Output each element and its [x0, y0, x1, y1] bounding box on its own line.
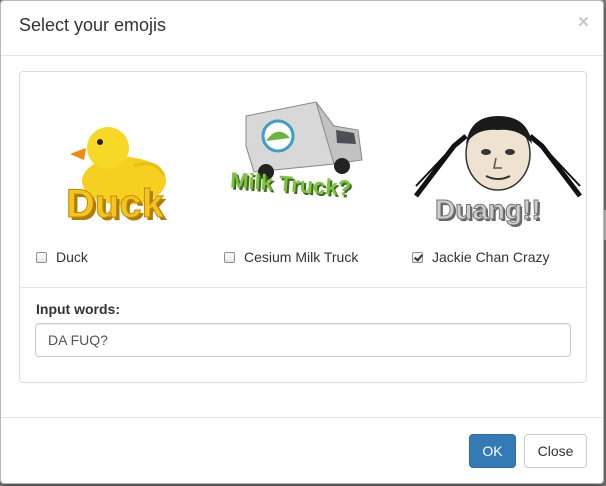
- duck-checkbox-row[interactable]: Duck: [36, 249, 88, 265]
- close-icon[interactable]: ×: [578, 13, 589, 32]
- input-words-label: Input words:: [36, 301, 120, 317]
- milk-truck-checkbox-row[interactable]: Cesium Milk Truck: [224, 249, 358, 265]
- duck-checkbox[interactable]: [36, 251, 47, 263]
- duck-image-text: Duck: [66, 182, 165, 226]
- dialog-title: Select your emojis: [19, 15, 167, 35]
- duck-checkbox-label: Duck: [56, 249, 88, 265]
- milk-truck-checkbox-label: Cesium Milk Truck: [244, 249, 359, 265]
- jackie-chan-checkbox[interactable]: [412, 251, 423, 263]
- emoji-panel: Duck Duck Milk Truck? Milk Truck? Duang!…: [19, 71, 587, 383]
- duang-image-text: Duang!!: [435, 194, 541, 225]
- truck-image-text: Milk Truck?: [229, 167, 351, 200]
- jackie-chan-checkbox-label: Jackie Chan Crazy: [432, 249, 550, 265]
- dialog-footer: OK Close: [1, 417, 603, 483]
- rubber-duck-icon[interactable]: Duck Duck: [56, 96, 196, 226]
- panel-divider: [20, 287, 586, 288]
- milk-truck-checkbox[interactable]: [224, 251, 235, 263]
- jackie-chan-face-icon[interactable]: Duang!! Duang!!: [410, 106, 586, 231]
- dialog-header: Select your emojis ×: [1, 1, 603, 56]
- close-button[interactable]: Close: [524, 434, 587, 468]
- ok-button[interactable]: OK: [469, 434, 516, 468]
- input-words-field[interactable]: [35, 323, 571, 357]
- emoji-dialog: Select your emojis × Duck Duck Milk Truc…: [0, 0, 604, 484]
- milk-truck-icon[interactable]: Milk Truck? Milk Truck?: [226, 86, 376, 206]
- jackie-chan-checkbox-row[interactable]: Jackie Chan Crazy: [412, 249, 550, 265]
